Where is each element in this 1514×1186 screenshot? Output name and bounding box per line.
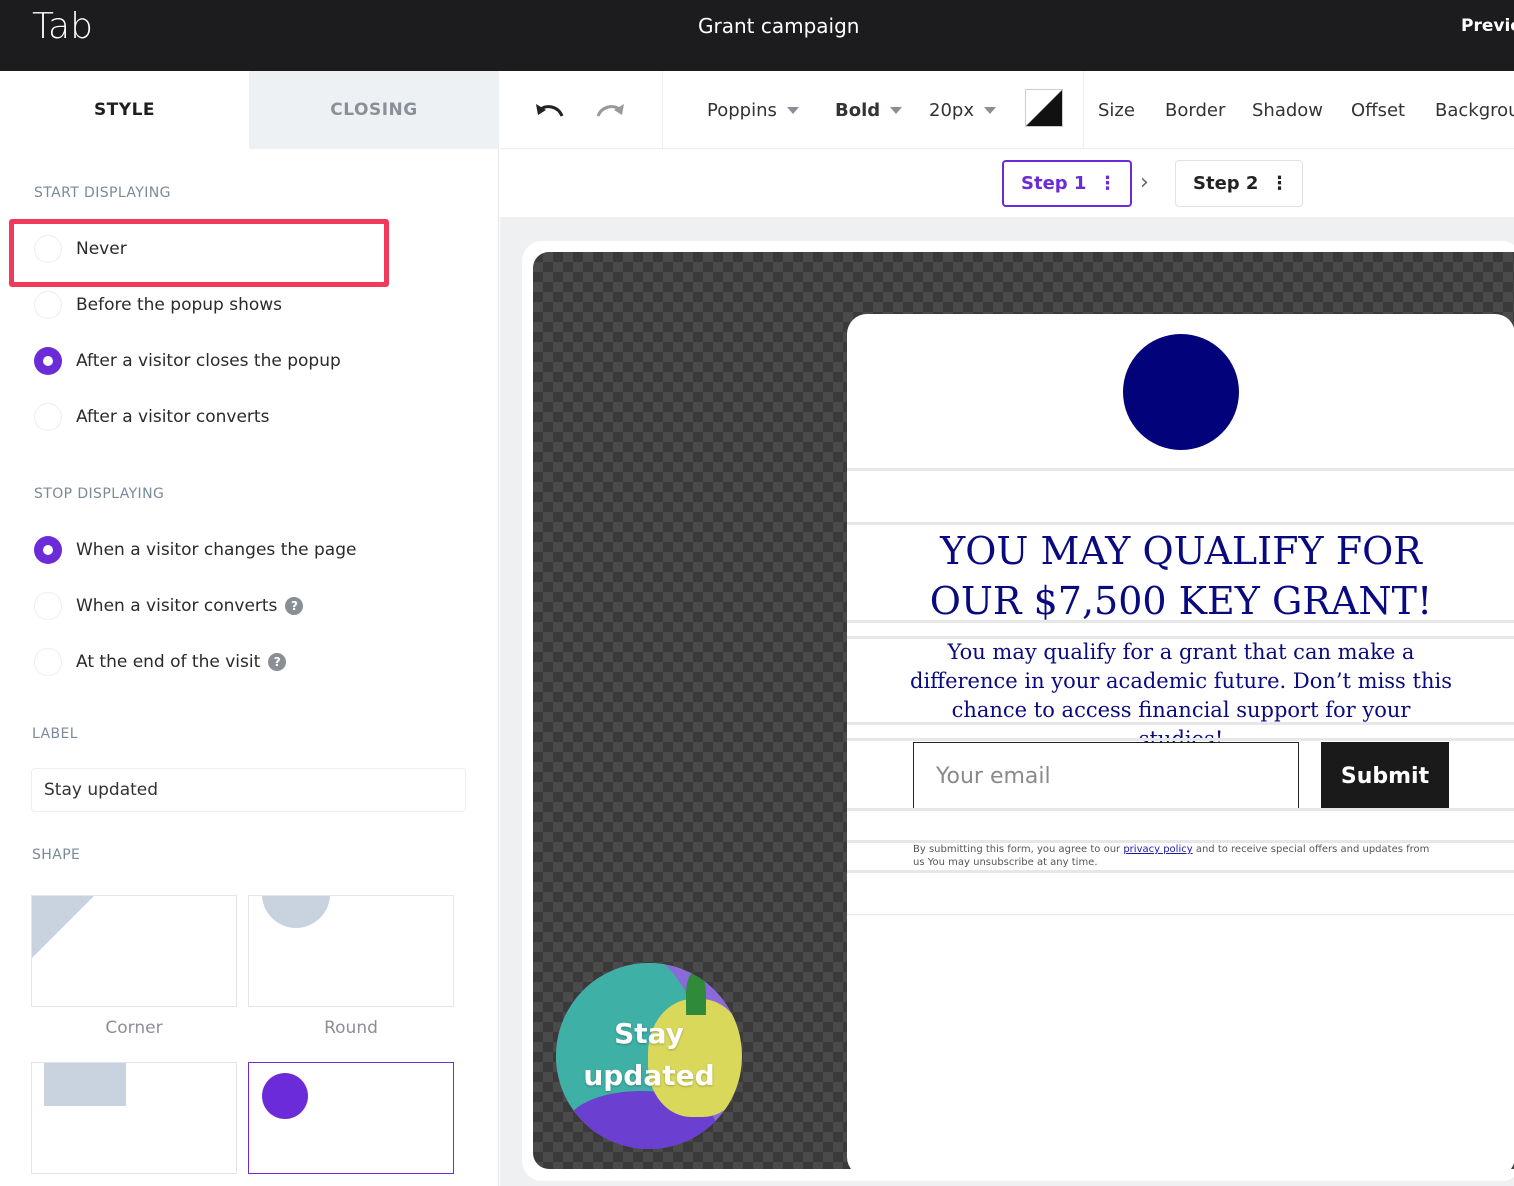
subtext-line-2: difference in your academic future. Don’…: [910, 669, 1452, 693]
shape-caption-round: Round: [324, 1018, 378, 1038]
toolbar-shadow[interactable]: Shadow: [1252, 71, 1323, 149]
editor-toolbar: Poppins Bold 20px Size Border Shadow Off…: [500, 71, 1514, 149]
more-options-icon[interactable]: ⋮: [1270, 173, 1288, 194]
font-size-value: 20px: [929, 99, 974, 121]
chevron-down-icon: [786, 106, 799, 114]
circle-shape-icon: [262, 1073, 308, 1119]
label-input[interactable]: [31, 768, 466, 812]
radio-button[interactable]: [34, 592, 62, 620]
logo-circle[interactable]: [1123, 334, 1239, 450]
campaign-name[interactable]: Grant campaign: [698, 14, 859, 38]
start-option-after-convert[interactable]: After a visitor converts: [34, 402, 269, 432]
rectangle-shape-icon: [44, 1063, 126, 1106]
radio-label: After a visitor converts: [76, 407, 270, 427]
tab-closing[interactable]: CLOSING: [249, 71, 499, 149]
editor-canvas: YOU MAY QUALIFY FOR OUR $7,500 KEY GRANT…: [500, 217, 1514, 1186]
font-size-dropdown[interactable]: 20px: [929, 71, 996, 149]
toolbar-offset[interactable]: Offset: [1351, 71, 1405, 149]
legal-text-before: By submitting this form, you agree to ou…: [913, 844, 1124, 855]
radio-button[interactable]: [34, 648, 62, 676]
highlight-box: [9, 219, 389, 287]
submit-button[interactable]: Submit: [1321, 742, 1449, 810]
toolbar-border[interactable]: Border: [1165, 71, 1225, 149]
legal-text[interactable]: By submitting this form, you agree to ou…: [913, 843, 1433, 869]
step-1-button[interactable]: Step 1 ⋮: [1002, 160, 1133, 207]
more-options-icon[interactable]: ⋮: [1098, 173, 1116, 194]
transparent-backdrop: YOU MAY QUALIFY FOR OUR $7,500 KEY GRANT…: [533, 252, 1514, 1177]
popup-preview[interactable]: YOU MAY QUALIFY FOR OUR $7,500 KEY GRANT…: [847, 314, 1514, 1177]
radio-label: When a visitor converts: [76, 596, 278, 616]
radio-label: At the end of the visit: [76, 652, 261, 672]
label-title: LABEL: [32, 726, 78, 742]
step-label: Step 2: [1193, 173, 1259, 194]
app-title: Tab: [32, 6, 93, 47]
redo-button[interactable]: [594, 71, 626, 149]
toolbar-background[interactable]: Backgrou: [1435, 71, 1514, 149]
shape-option-rectangle[interactable]: [31, 1062, 237, 1174]
radio-button[interactable]: [34, 403, 62, 431]
stop-option-end-of-visit[interactable]: At the end of the visit ?: [34, 647, 287, 677]
redo-icon: [596, 104, 624, 117]
tab-widget-label: Stay updated: [556, 1013, 742, 1097]
stop-option-converts[interactable]: When a visitor converts ?: [34, 591, 304, 621]
undo-button[interactable]: [534, 71, 566, 149]
subtext-line-1: You may qualify for a grant that can mak…: [947, 640, 1415, 664]
privacy-policy-link[interactable]: privacy policy: [1123, 844, 1192, 855]
corner-shape-icon: [32, 896, 94, 958]
headline-line-2: OUR $7,500 KEY GRANT!: [929, 579, 1433, 623]
tab-widget-line-2: updated: [583, 1059, 715, 1092]
start-option-after-close[interactable]: After a visitor closes the popup: [34, 346, 341, 376]
round-shape-icon: [262, 896, 330, 928]
color-picker-swatch[interactable]: [1025, 89, 1063, 127]
start-option-before-popup[interactable]: Before the popup shows: [34, 290, 282, 320]
email-input[interactable]: [913, 742, 1299, 810]
stop-displaying-title: STOP DISPLAYING: [34, 486, 165, 502]
chevron-right-icon: ›: [1140, 170, 1149, 195]
tab-style[interactable]: STYLE: [0, 71, 249, 149]
settings-sidebar: STYLE CLOSING START DISPLAYING Never Bef…: [0, 71, 499, 1186]
stop-option-page-change[interactable]: When a visitor changes the page: [34, 535, 356, 565]
shape-option-corner[interactable]: [31, 895, 237, 1007]
shape-option-circle[interactable]: [248, 1062, 454, 1174]
start-displaying-title: START DISPLAYING: [34, 185, 171, 201]
radio-label: When a visitor changes the page: [76, 540, 357, 560]
shape-caption-corner: Corner: [105, 1018, 163, 1038]
undo-icon: [536, 104, 564, 117]
font-weight-dropdown[interactable]: Bold: [835, 71, 903, 149]
shape-option-round[interactable]: [248, 895, 454, 1007]
help-icon[interactable]: ?: [268, 653, 287, 671]
canvas-frame: YOU MAY QUALIFY FOR OUR $7,500 KEY GRANT…: [522, 241, 1514, 1181]
toolbar-size[interactable]: Size: [1098, 71, 1135, 149]
radio-label: After a visitor closes the popup: [76, 351, 341, 371]
radio-label: Before the popup shows: [76, 295, 283, 315]
headline-line-1: YOU MAY QUALIFY FOR: [940, 529, 1422, 573]
top-bar: Tab Grant campaign Previe: [0, 0, 1514, 71]
font-weight-value: Bold: [835, 99, 881, 121]
font-family-value: Poppins: [707, 99, 777, 121]
radio-button-checked[interactable]: [34, 536, 62, 564]
shape-title: SHAPE: [32, 847, 81, 863]
popup-subtext[interactable]: You may qualify for a grant that can mak…: [907, 638, 1455, 754]
preview-button[interactable]: Previe: [1461, 16, 1514, 36]
steps-bar: Step 1 ⋮ › Step 2 ⋮: [500, 149, 1514, 217]
radio-button[interactable]: [34, 291, 62, 319]
radio-button-checked[interactable]: [34, 347, 62, 375]
stay-updated-tab[interactable]: Stay updated: [556, 963, 742, 1149]
tab-widget-line-1: Stay: [614, 1017, 684, 1050]
chevron-down-icon: [983, 106, 996, 114]
chevron-down-icon: [890, 106, 903, 114]
font-family-dropdown[interactable]: Poppins: [707, 71, 799, 149]
help-icon[interactable]: ?: [285, 597, 304, 615]
step-2-button[interactable]: Step 2 ⋮: [1175, 160, 1304, 207]
popup-headline[interactable]: YOU MAY QUALIFY FOR OUR $7,500 KEY GRANT…: [847, 526, 1514, 626]
step-label: Step 1: [1021, 173, 1087, 194]
